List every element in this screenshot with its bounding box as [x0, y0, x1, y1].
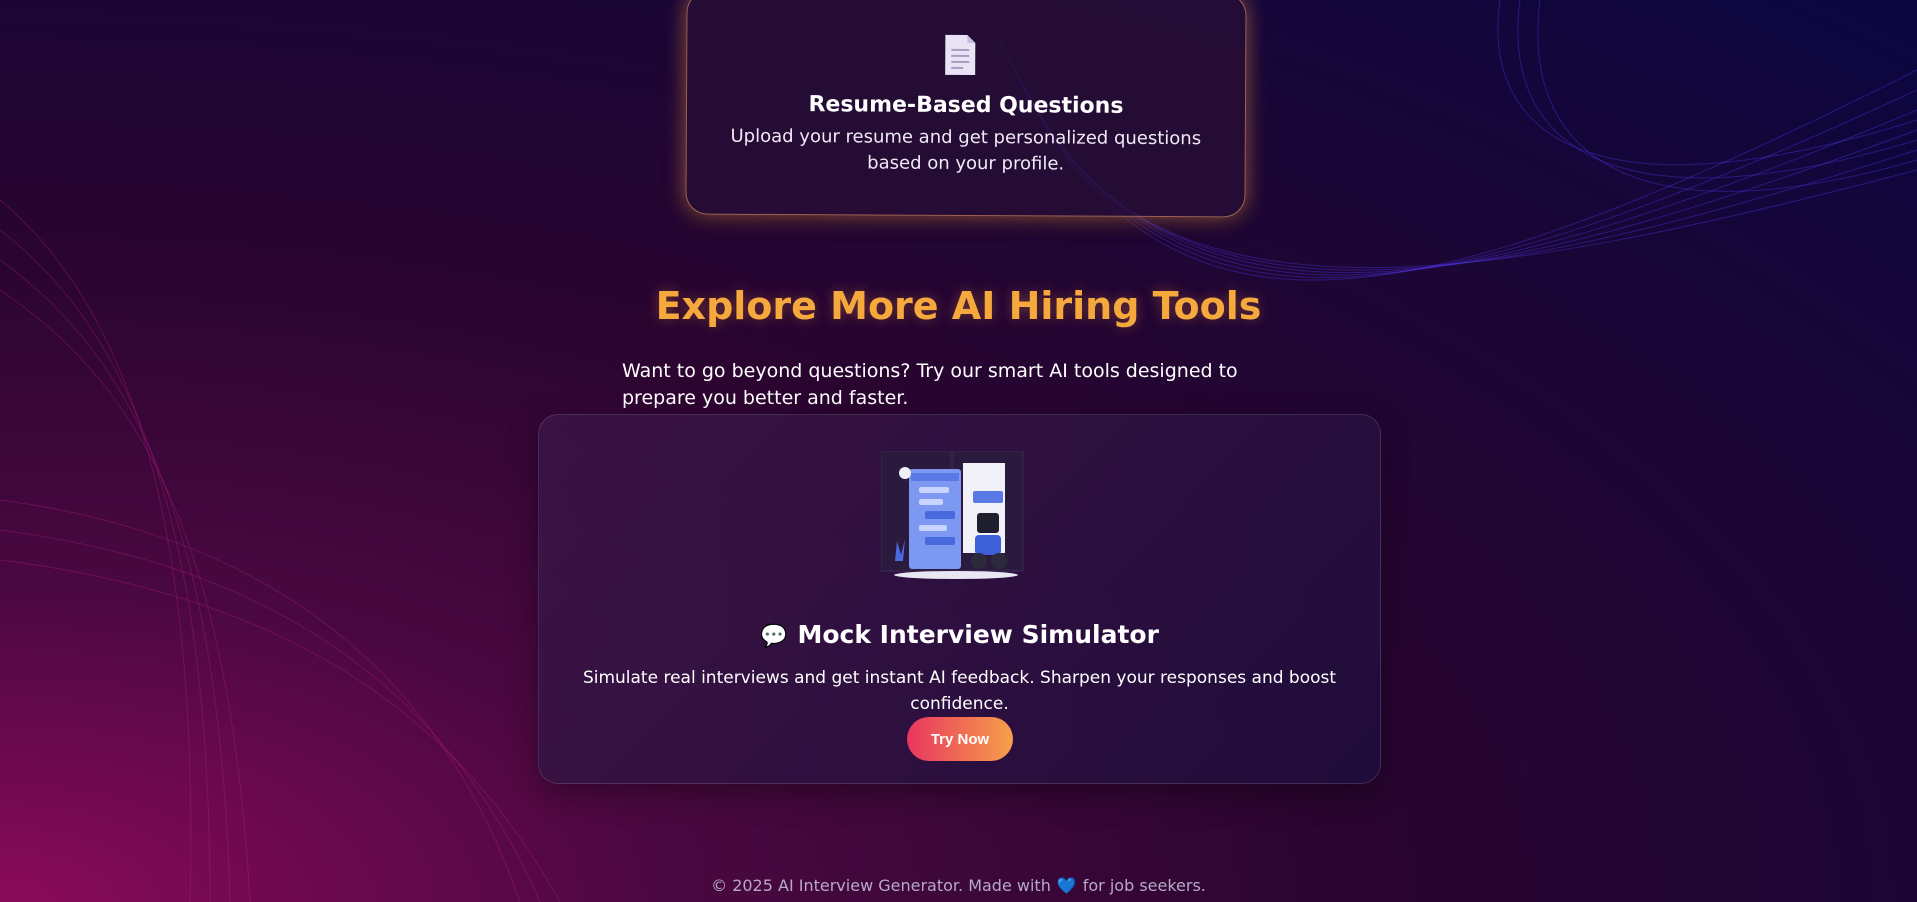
- resume-questions-card[interactable]: Resume-Based Questions Upload your resum…: [685, 0, 1247, 218]
- chatbot-illustration: [881, 451, 1024, 579]
- footer-suffix: for job seekers.: [1082, 876, 1206, 895]
- chat-bubble-icon: 💬: [760, 624, 788, 649]
- feature-description: Upload your resume and get personalized …: [730, 125, 1202, 175]
- try-now-button[interactable]: Try Now: [907, 717, 1013, 761]
- tool-title: 💬 Mock Interview Simulator: [539, 620, 1380, 649]
- feature-title: Resume-Based Questions: [808, 92, 1124, 119]
- heart-icon: 💙: [1056, 876, 1077, 895]
- footer-prefix: © 2025 AI Interview Generator. Made with: [711, 876, 1051, 895]
- section-title: Explore More AI Hiring Tools: [655, 284, 1262, 328]
- section-description: Want to go beyond questions? Try our sma…: [622, 360, 1238, 409]
- mock-interview-card[interactable]: 💬 Mock Interview Simulator Simulate real …: [538, 414, 1381, 784]
- tool-title-text: Mock Interview Simulator: [797, 620, 1159, 649]
- footer: © 2025 AI Interview Generator. Made with…: [0, 876, 1917, 895]
- tool-description: Simulate real interviews and get instant…: [582, 668, 1337, 714]
- document-icon: [945, 34, 976, 76]
